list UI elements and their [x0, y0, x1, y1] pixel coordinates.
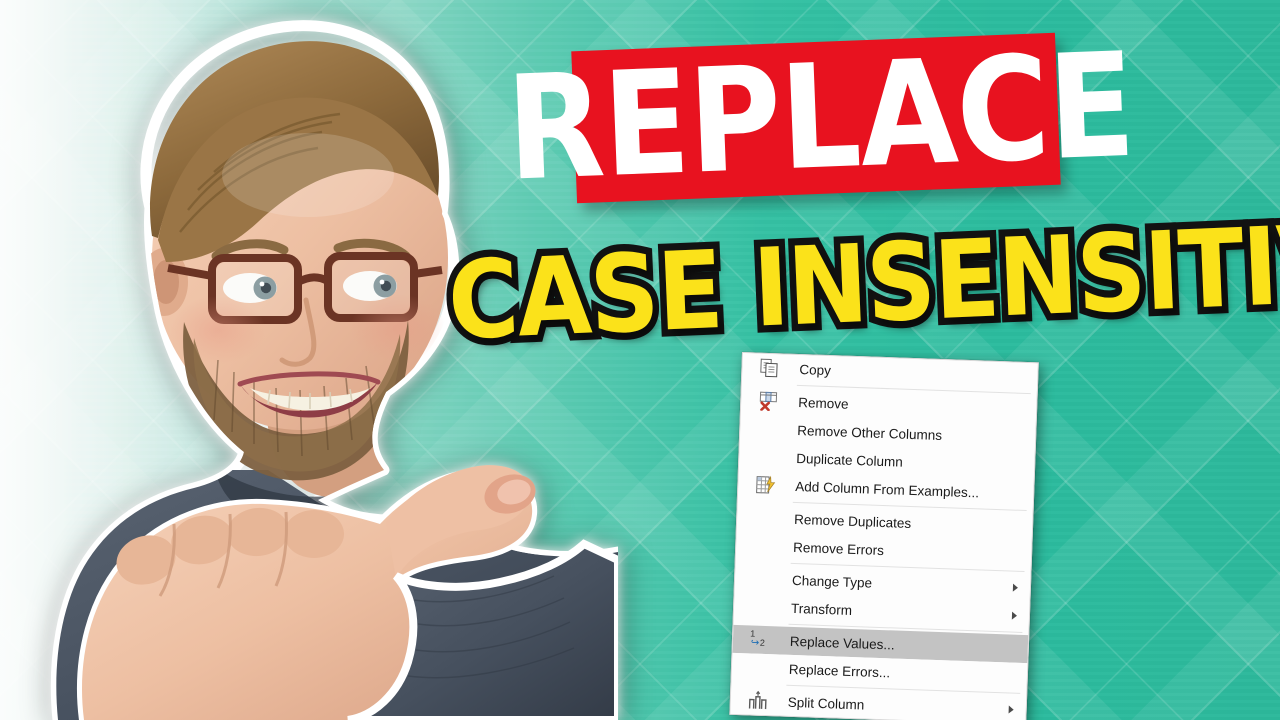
split-column-icon	[746, 689, 769, 712]
submenu-chevron-right-icon	[1008, 705, 1014, 714]
menu-item-label: Change Type	[791, 572, 873, 591]
add-column-icon	[756, 475, 776, 494]
submenu-chevron-right-icon	[1011, 611, 1018, 620]
menu-item-label: Remove Errors	[792, 539, 885, 558]
menu-item-label: Split Column	[787, 694, 865, 712]
title-line-2: CASE INSENSITIVE	[439, 192, 1280, 372]
menu-item-label: Copy	[799, 361, 832, 378]
add-column-icon	[754, 474, 777, 497]
split-column-icon	[748, 690, 767, 710]
menu-item-label: Replace Errors...	[788, 661, 891, 680]
menu-item-label: Add Column From Examples...	[795, 478, 980, 500]
thumbnail-canvas: REPLACE CASE INSENSITIVE Copy Remove Remo…	[0, 0, 1280, 720]
title-block: REPLACE CASE INSENSITIVE	[0, 0, 1280, 720]
replace-values-icon: 1 ↪ 2	[750, 628, 766, 649]
title-line-1-text: REPLACE	[503, 22, 1137, 214]
remove-column-icon	[759, 391, 778, 412]
menu-item-label: Replace Values...	[789, 633, 895, 653]
title-line-2-wrapper: CASE INSENSITIVE	[439, 192, 1280, 372]
copy-icon	[760, 358, 778, 378]
menu-item-label: Transform	[790, 600, 853, 618]
menu-item-label: Duplicate Column	[796, 450, 904, 470]
menu-item-label: Remove	[798, 394, 849, 412]
menu-item-label: Remove Duplicates	[793, 511, 912, 531]
menu-item-label: Remove Other Columns	[797, 422, 943, 443]
replace-values-icon: 1 ↪ 2	[749, 628, 772, 651]
remove-column-icon	[757, 390, 780, 413]
title-line-1: REPLACE	[504, 23, 1137, 214]
submenu-chevron-right-icon	[1012, 583, 1019, 592]
copy-icon	[758, 357, 781, 380]
context-menu[interactable]: Copy Remove Remove Other Columns Duplicate…	[729, 352, 1039, 720]
